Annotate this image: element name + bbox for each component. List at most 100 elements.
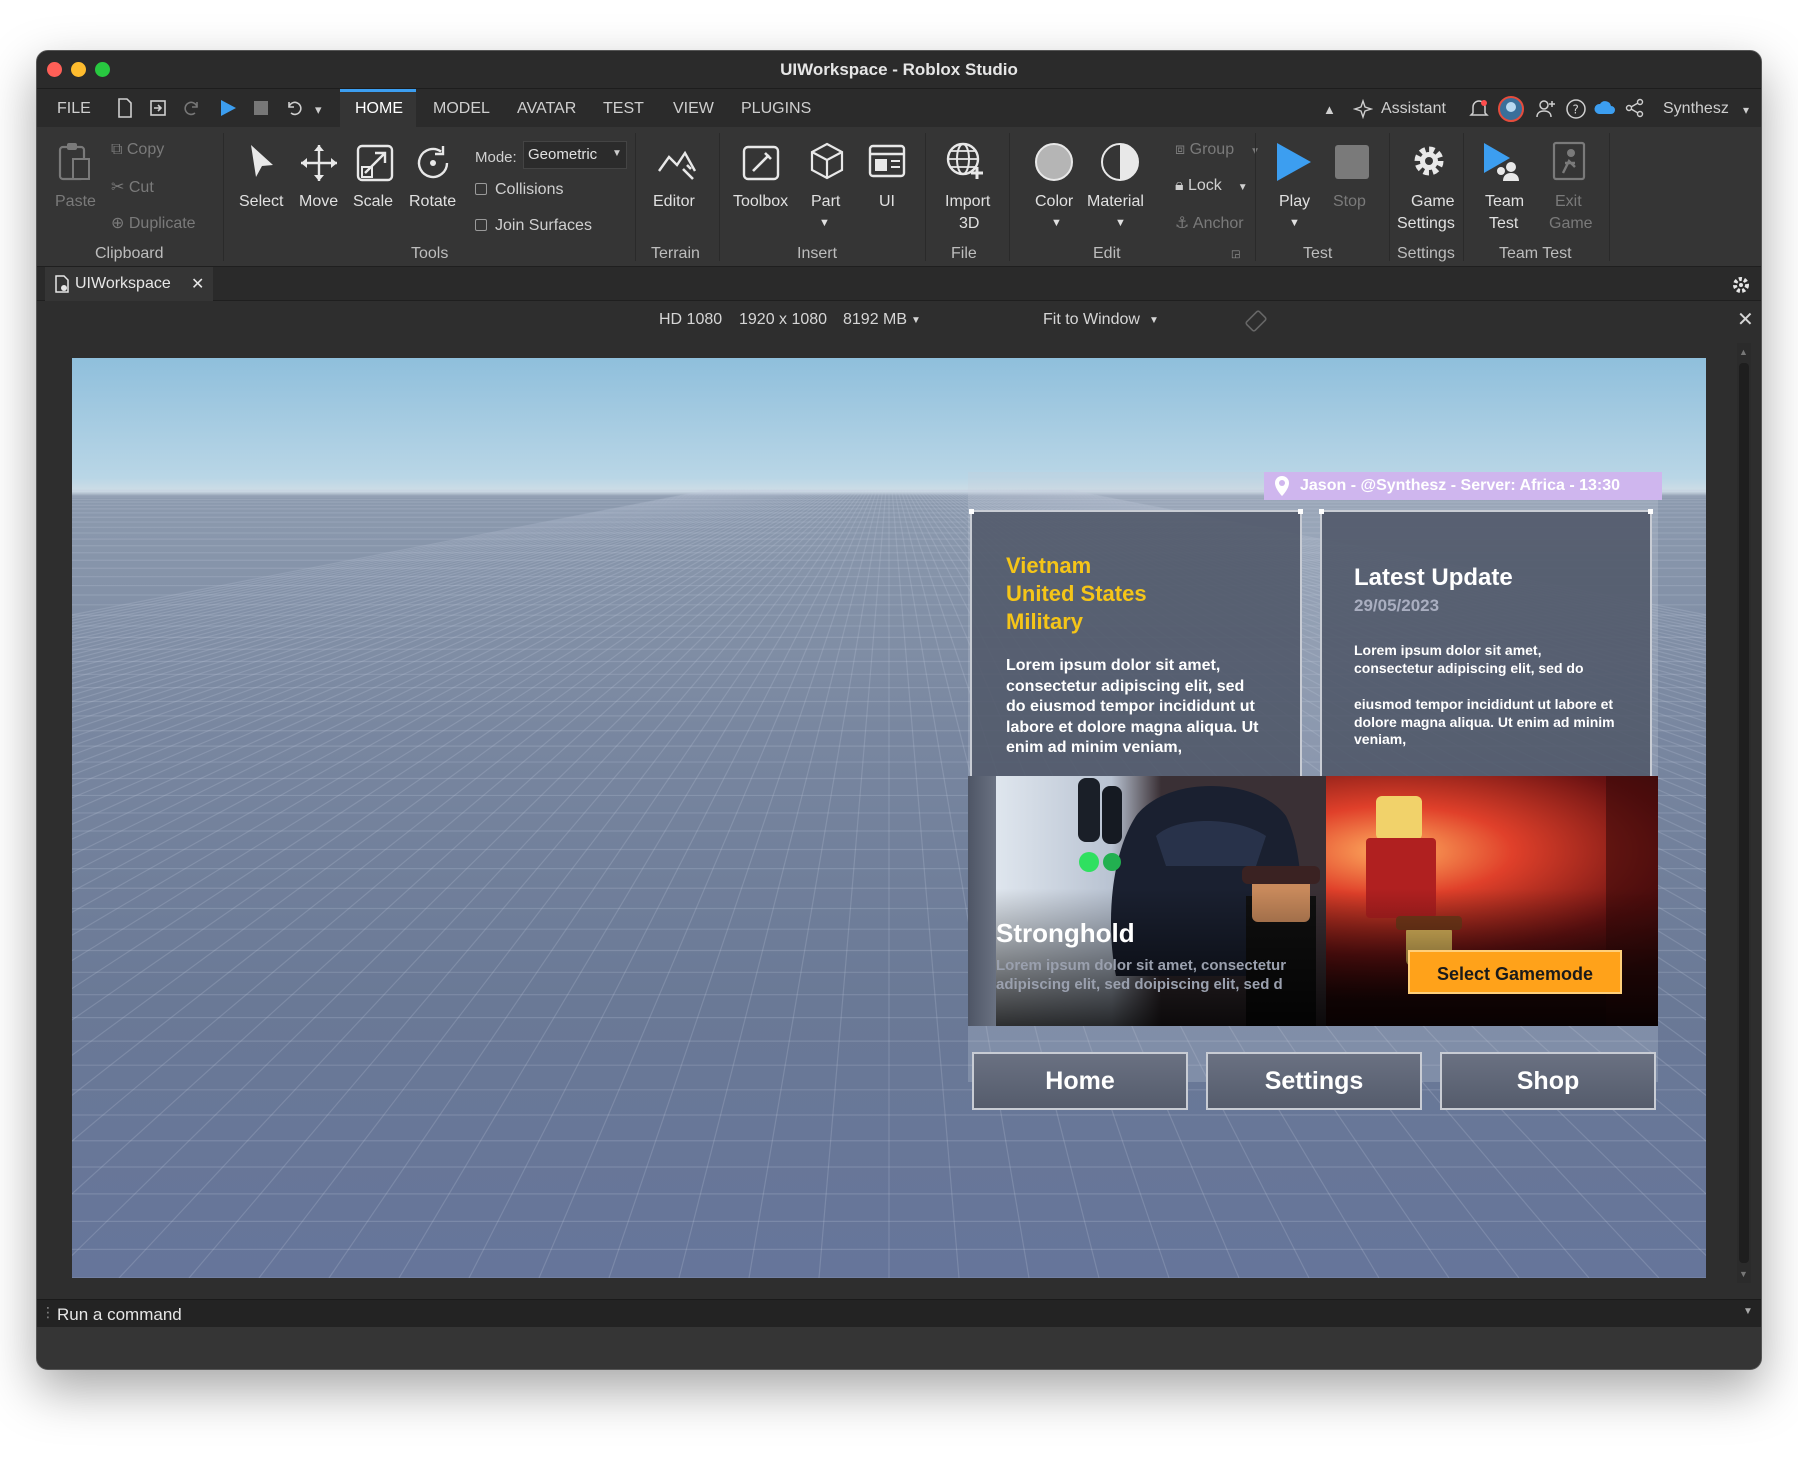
scroll-down-icon[interactable]: ▼ [1739, 1269, 1748, 1279]
ui-window-icon[interactable] [867, 143, 907, 181]
settings-nav-button[interactable]: Settings [1206, 1052, 1422, 1110]
close-tab-icon[interactable]: ✕ [191, 274, 204, 294]
file-menu[interactable]: FILE [57, 100, 91, 118]
paste-button[interactable]: Paste [55, 193, 96, 211]
stop-button[interactable]: Stop [1333, 193, 1366, 211]
stop-icon[interactable] [1333, 143, 1371, 181]
tab-view[interactable]: VIEW [673, 100, 714, 118]
quick-play-icon[interactable] [219, 98, 237, 118]
edit-settings-expander-icon[interactable]: ◲ [1231, 249, 1240, 260]
ui-button[interactable]: UI [879, 193, 895, 211]
terrain-editor-icon[interactable] [655, 141, 699, 183]
new-file-icon[interactable] [117, 98, 133, 118]
share-icon[interactable] [1625, 98, 1645, 118]
mode-dropdown[interactable]: Geometric ▼ [523, 141, 627, 169]
team-test-line1[interactable]: Team [1485, 193, 1524, 211]
duplicate-button[interactable]: ⊕ Duplicate [111, 213, 196, 233]
tools-group-label: Tools [411, 245, 449, 262]
select-tool-button[interactable]: Select [239, 193, 283, 211]
team-test-line2[interactable]: Test [1489, 215, 1518, 233]
import-3d-line2[interactable]: 3D [959, 215, 979, 233]
assistant-sparkle-icon[interactable] [1353, 99, 1373, 119]
move-arrows-icon[interactable] [299, 143, 339, 183]
fit-chevron-icon[interactable]: ▼ [1149, 315, 1159, 326]
scale-tool-button[interactable]: Scale [353, 193, 393, 211]
game-settings-line1[interactable]: Game [1411, 193, 1455, 211]
color-dropdown-chevron-icon[interactable]: ▼ [1051, 217, 1062, 229]
user-menu-chevron-icon[interactable]: ▾ [1743, 103, 1749, 117]
import-3d-line1[interactable]: Import [945, 193, 990, 211]
select-cursor-icon[interactable] [245, 143, 279, 183]
rotate-icon[interactable] [413, 143, 453, 183]
viewport-scrollbar[interactable]: ▲ ▼ [1737, 343, 1751, 1283]
part-button[interactable]: Part [811, 193, 840, 211]
collisions-checkbox[interactable]: Collisions [475, 181, 563, 199]
anchor-button[interactable]: ⚓︎ Anchor [1175, 213, 1244, 233]
import-3d-globe-icon[interactable] [945, 141, 987, 183]
color-button[interactable]: Color [1035, 193, 1073, 211]
play-dropdown-chevron-icon[interactable]: ▼ [1289, 217, 1300, 229]
play-button[interactable]: Play [1279, 193, 1310, 211]
tab-avatar[interactable]: AVATAR [517, 100, 576, 118]
publish-icon[interactable] [149, 98, 167, 118]
play-icon[interactable] [1275, 141, 1313, 183]
viewport-settings-gear-icon[interactable] [1731, 275, 1751, 295]
close-emulation-icon[interactable]: ✕ [1737, 307, 1754, 332]
material-sphere-icon[interactable] [1099, 141, 1141, 183]
quick-stop-icon[interactable] [253, 100, 269, 116]
paste-icon[interactable] [57, 141, 93, 183]
cloud-icon[interactable] [1593, 99, 1617, 117]
help-icon[interactable]: ? [1565, 98, 1587, 120]
device-selector[interactable]: HD 1080 [659, 311, 722, 329]
command-bar[interactable]: ⋮ Run a command ▼ [37, 1299, 1761, 1327]
material-dropdown-chevron-icon[interactable]: ▼ [1115, 217, 1126, 229]
tab-home[interactable]: HOME [355, 100, 403, 118]
part-dropdown-chevron-icon[interactable]: ▼ [819, 217, 830, 229]
lock-button[interactable]: 🔒︎ Lock ▼ [1175, 177, 1248, 195]
collapse-ribbon-icon[interactable]: ▲ [1323, 102, 1336, 117]
fit-to-window-selector[interactable]: Fit to Window [1043, 311, 1140, 329]
game-settings-line2[interactable]: Settings [1397, 215, 1455, 233]
quick-access-overflow-icon[interactable]: ▾ [315, 102, 322, 118]
toolbox-button[interactable]: Toolbox [733, 193, 788, 211]
move-tool-button[interactable]: Move [299, 193, 338, 211]
gear-icon[interactable] [1409, 141, 1449, 181]
exit-game-line2[interactable]: Game [1549, 215, 1593, 233]
copy-button[interactable]: ⧉ Copy [111, 141, 164, 159]
tab-test[interactable]: TEST [603, 100, 644, 118]
command-bar-grip-icon[interactable]: ⋮ [41, 1304, 55, 1321]
avatar[interactable] [1497, 95, 1525, 123]
part-cube-icon[interactable] [807, 141, 847, 183]
rotate-tool-button[interactable]: Rotate [409, 193, 456, 211]
tab-plugins[interactable]: PLUGINS [741, 100, 811, 118]
material-button[interactable]: Material [1087, 193, 1144, 211]
scroll-up-icon[interactable]: ▲ [1739, 347, 1748, 357]
add-friend-icon[interactable] [1535, 98, 1557, 120]
shop-nav-button[interactable]: Shop [1440, 1052, 1656, 1110]
command-history-chevron-icon[interactable]: ▼ [1743, 1306, 1753, 1317]
command-input[interactable]: Run a command [57, 1305, 182, 1325]
memory-chevron-icon[interactable]: ▼ [911, 315, 921, 326]
tab-model[interactable]: MODEL [433, 100, 490, 118]
undo-icon[interactable] [285, 98, 303, 118]
memory-selector[interactable]: 8192 MB [843, 311, 907, 329]
redo-icon[interactable] [183, 98, 201, 118]
join-surfaces-checkbox[interactable]: Join Surfaces [475, 217, 592, 235]
scale-icon[interactable] [355, 143, 395, 183]
home-nav-button[interactable]: Home [972, 1052, 1188, 1110]
color-swatch-icon[interactable] [1033, 141, 1075, 183]
rotate-device-icon[interactable] [1245, 310, 1267, 332]
select-gamemode-button[interactable]: Select Gamemode [1408, 950, 1622, 994]
notification-bell-icon[interactable] [1469, 98, 1489, 120]
team-test-icon[interactable] [1481, 141, 1523, 183]
assistant-button[interactable]: Assistant [1381, 100, 1446, 118]
terrain-editor-button[interactable]: Editor [653, 193, 695, 211]
exit-game-icon[interactable] [1551, 141, 1587, 183]
scrollbar-thumb[interactable] [1739, 363, 1749, 1263]
tab-uiworkspace[interactable]: UIWorkspace ✕ [45, 267, 213, 301]
group-button[interactable]: ⧈ Group▼ [1175, 141, 1260, 159]
toolbox-icon[interactable] [741, 141, 783, 183]
exit-game-line1[interactable]: Exit [1555, 193, 1582, 211]
cut-button[interactable]: ✂ Cut [111, 177, 154, 197]
username-menu[interactable]: Synthesz [1663, 100, 1729, 118]
